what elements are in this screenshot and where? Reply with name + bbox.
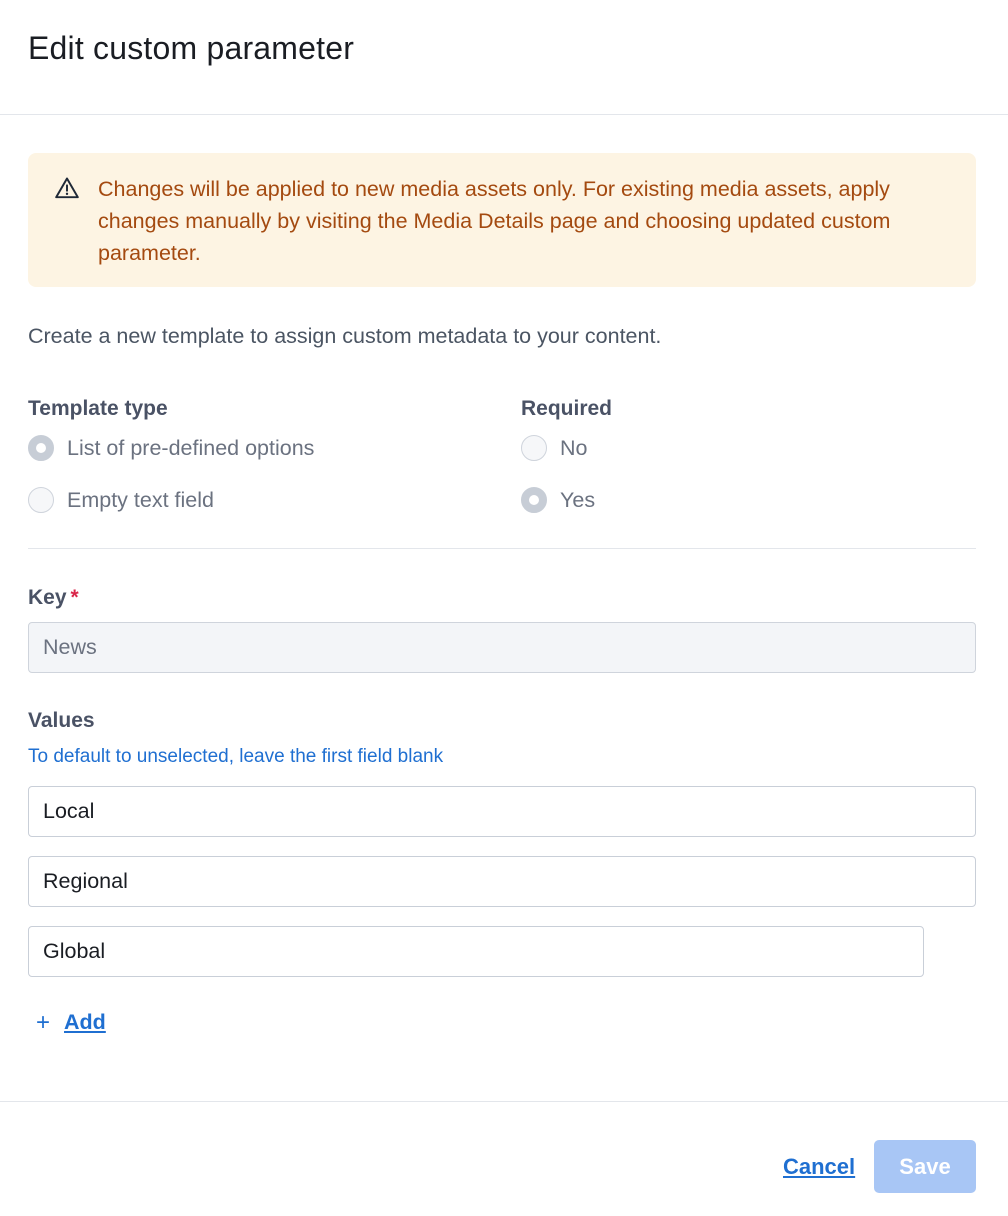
- radio-label: No: [560, 435, 588, 460]
- key-label-text: Key: [28, 586, 67, 609]
- radio-option-predefined[interactable]: List of pre-defined options: [28, 433, 521, 463]
- alert-message: Changes will be applied to new media ass…: [98, 177, 891, 265]
- warning-triangle-icon: [55, 177, 79, 199]
- key-input[interactable]: News: [28, 622, 976, 673]
- value-input-1[interactable]: Local: [28, 786, 976, 837]
- values-label: Values: [28, 709, 95, 732]
- radio-label: Yes: [560, 487, 596, 512]
- required-group: Required No Yes: [521, 395, 976, 515]
- value-input-2[interactable]: Regional: [28, 856, 976, 907]
- dialog-header: Edit custom parameter: [0, 0, 1008, 115]
- radio-option-yes[interactable]: Yes: [521, 485, 976, 515]
- value-input-3[interactable]: Global: [28, 926, 924, 977]
- dialog-body: Changes will be applied to new media ass…: [0, 115, 1008, 1035]
- radio-button[interactable]: [521, 435, 547, 461]
- add-value-row[interactable]: + Add: [28, 1010, 976, 1035]
- intro-text: Create a new template to assign custom m…: [28, 324, 662, 348]
- required-label: Required: [521, 397, 613, 420]
- radio-button-checked[interactable]: [521, 487, 547, 513]
- warning-alert: Changes will be applied to new media ass…: [28, 153, 976, 287]
- radio-label: List of pre-defined options: [67, 435, 315, 460]
- radio-label: Empty text field: [67, 487, 214, 512]
- key-label: Key *: [28, 584, 976, 612]
- add-value-link[interactable]: Add: [64, 1010, 106, 1035]
- radio-option-no[interactable]: No: [521, 433, 976, 463]
- template-type-label: Template type: [28, 397, 168, 420]
- dialog-title: Edit custom parameter: [28, 30, 355, 66]
- edit-custom-parameter-dialog: Edit custom parameter Changes will be ap…: [0, 0, 1008, 1216]
- required-asterisk: *: [70, 586, 79, 609]
- dialog-footer: Cancel Save: [0, 1101, 1008, 1216]
- options-row: Template type List of pre-defined option…: [28, 395, 976, 515]
- template-type-group: Template type List of pre-defined option…: [28, 395, 521, 515]
- radio-option-empty-text[interactable]: Empty text field: [28, 485, 521, 515]
- radio-button-checked[interactable]: [28, 435, 54, 461]
- section-divider: [28, 548, 976, 549]
- values-hint: To default to unselected, leave the firs…: [28, 746, 444, 767]
- save-button[interactable]: Save: [874, 1140, 976, 1193]
- plus-icon: +: [36, 1008, 51, 1036]
- radio-button[interactable]: [28, 487, 54, 513]
- cancel-button[interactable]: Cancel: [783, 1154, 855, 1180]
